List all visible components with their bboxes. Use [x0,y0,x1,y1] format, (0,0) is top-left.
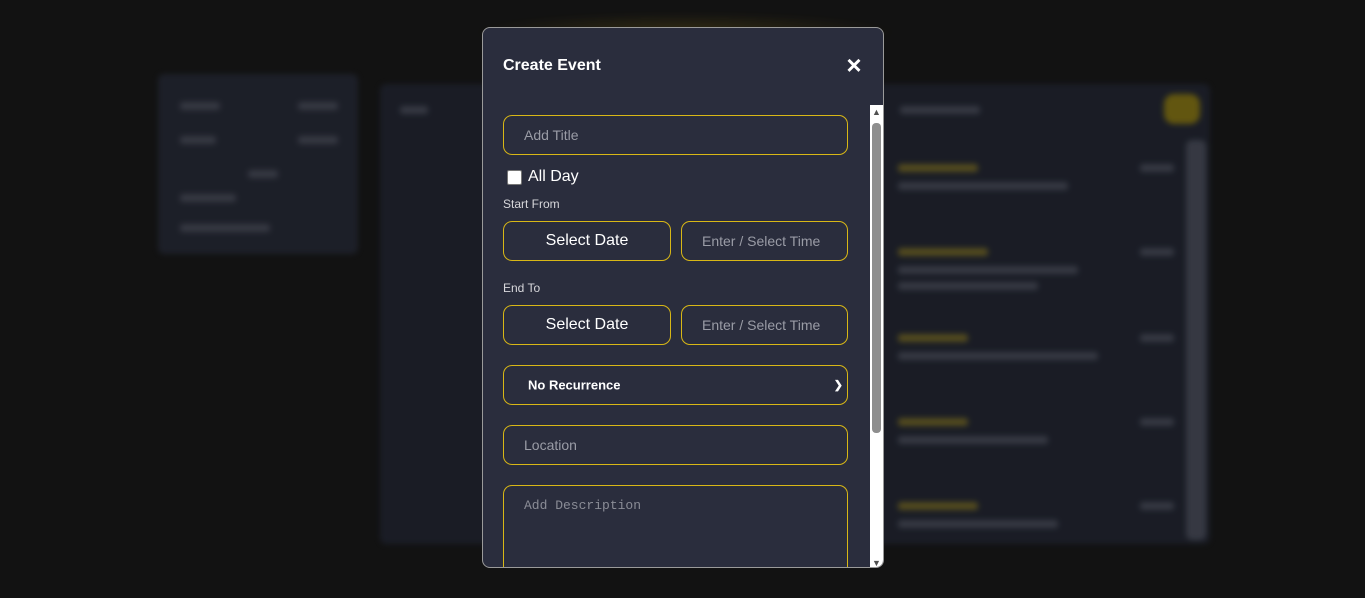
background-list-item [890,328,1180,388]
all-day-checkbox[interactable] [507,169,522,185]
description-textarea[interactable]: Add Description [503,485,848,567]
background-list-item [890,242,1180,302]
location-input[interactable]: Location [503,425,848,465]
description-placeholder: Add Description [524,498,642,513]
background-list-item [890,496,1180,556]
recurrence-value: No Recurrence [528,377,621,393]
background-list-item [890,412,1180,472]
all-day-toggle[interactable]: All Day [507,168,579,186]
scroll-down-arrow-icon[interactable]: ▼ [872,558,881,567]
end-to-label: End To [503,281,541,295]
close-icon[interactable]: × [843,52,865,78]
scroll-up-arrow-icon[interactable]: ▲ [872,107,881,117]
scroll-thumb[interactable] [872,123,881,433]
modal-scrollbar[interactable]: ▲ ▼ [870,105,883,567]
title-input[interactable]: Add Title [503,115,848,155]
location-placeholder: Location [524,437,577,453]
end-time-input[interactable]: Enter / Select Time [681,305,848,345]
background-avatar [1164,94,1200,124]
chevron-down-icon: ❯ [833,379,843,392]
background-scrollbar [1186,140,1206,540]
create-event-modal: Create Event × Add Title All Day Start F… [482,27,884,568]
background-sidebar-card [158,74,358,254]
title-placeholder: Add Title [524,127,579,143]
end-date-button[interactable]: Select Date [503,305,671,345]
background-list-item [890,158,1180,218]
modal-title: Create Event [503,57,601,74]
start-time-input[interactable]: Enter / Select Time [681,221,848,261]
all-day-label: All Day [528,168,579,185]
recurrence-select[interactable]: No Recurrence ❯ [503,365,848,405]
start-time-placeholder: Enter / Select Time [702,233,821,249]
end-time-placeholder: Enter / Select Time [702,317,821,333]
start-date-button[interactable]: Select Date [503,221,671,261]
start-from-label: Start From [503,197,560,211]
